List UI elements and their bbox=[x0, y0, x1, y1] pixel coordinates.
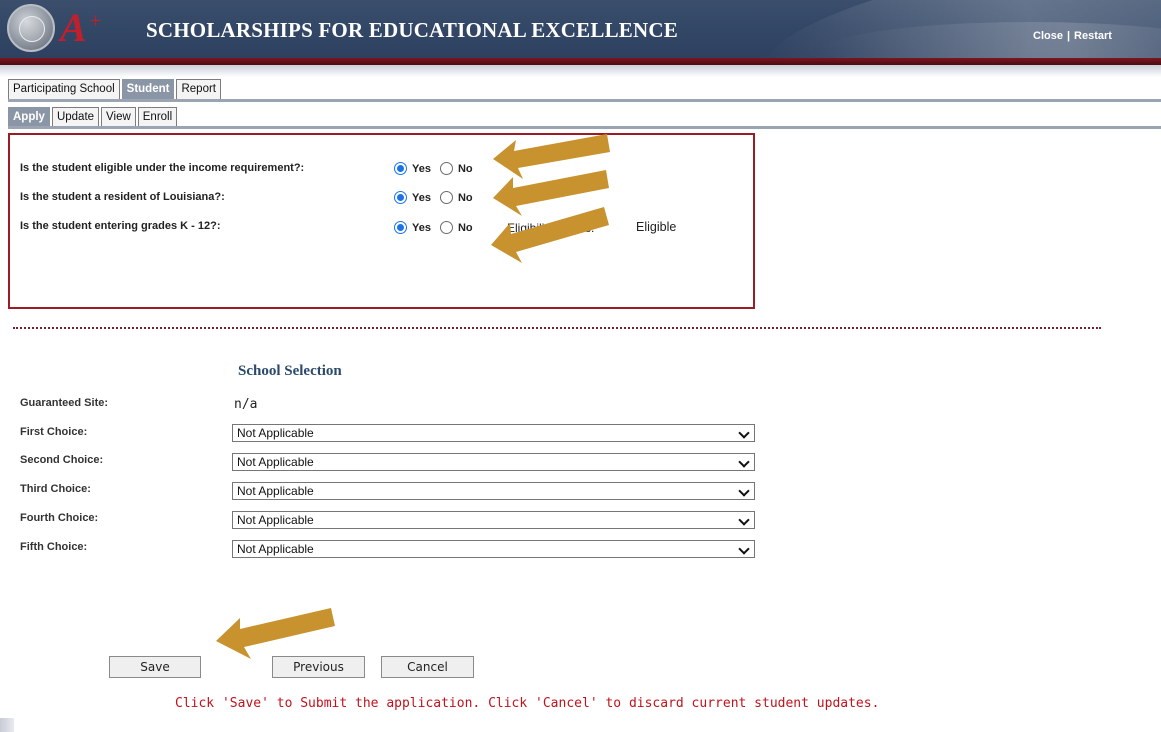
app-header: A + SCHOLARSHIPS FOR EDUCATIONAL EXCELLE… bbox=[0, 0, 1161, 58]
fifth-choice-value: Not Applicable bbox=[237, 542, 314, 556]
school-selection-title: School Selection bbox=[238, 363, 342, 379]
residency-radio-group: Yes No bbox=[394, 191, 482, 204]
chevron-down-icon bbox=[738, 427, 750, 439]
guaranteed-site-label: Guaranteed Site: bbox=[20, 397, 109, 409]
tab-participating-school[interactable]: Participating School bbox=[8, 79, 120, 99]
header-band bbox=[0, 58, 1161, 65]
section-divider bbox=[13, 327, 1101, 329]
page-edge-strip bbox=[0, 718, 14, 732]
income-no-radio[interactable] bbox=[439, 162, 453, 175]
fourth-choice-label: Fourth Choice: bbox=[20, 512, 99, 524]
previous-button[interactable]: Previous bbox=[272, 656, 365, 678]
grades-no-radio[interactable] bbox=[439, 221, 453, 234]
second-choice-select[interactable]: Not Applicable bbox=[232, 453, 755, 471]
eligibility-status-value: Eligible bbox=[636, 220, 677, 234]
income-radio-group: Yes No bbox=[394, 162, 482, 175]
fourth-choice-select[interactable]: Not Applicable bbox=[232, 511, 755, 529]
third-choice-value: Not Applicable bbox=[237, 484, 314, 498]
residency-no-label: No bbox=[457, 191, 473, 204]
cancel-button[interactable]: Cancel bbox=[381, 656, 474, 678]
second-choice-label: Second Choice: bbox=[20, 454, 104, 466]
grades-yes-label: Yes bbox=[412, 221, 431, 234]
residency-question-label: Is the student a resident of Louisiana?: bbox=[20, 191, 225, 203]
a-plus-logo-plus: + bbox=[88, 8, 103, 33]
secondary-tab-underline bbox=[8, 126, 1161, 129]
fifth-choice-select[interactable]: Not Applicable bbox=[232, 540, 755, 558]
chevron-down-icon bbox=[738, 514, 750, 526]
chevron-down-icon bbox=[738, 456, 750, 468]
grades-radio-group: Yes No bbox=[394, 221, 482, 234]
fourth-choice-value: Not Applicable bbox=[237, 513, 314, 527]
header-shadow bbox=[0, 65, 1161, 77]
annotation-arrow-save bbox=[216, 608, 335, 659]
a-plus-logo: A bbox=[60, 5, 87, 50]
tab-view[interactable]: View bbox=[101, 107, 136, 126]
chevron-down-icon bbox=[738, 543, 750, 555]
grades-no-label: No bbox=[457, 221, 473, 234]
close-link[interactable]: Close bbox=[1033, 30, 1063, 42]
app-title: SCHOLARSHIPS FOR EDUCATIONAL EXCELLENCE bbox=[146, 18, 678, 42]
income-no-label: No bbox=[457, 162, 473, 175]
first-choice-select[interactable]: Not Applicable bbox=[232, 424, 755, 442]
primary-tab-underline bbox=[8, 99, 1161, 102]
grades-yes-radio[interactable] bbox=[394, 221, 407, 234]
income-question-label: Is the student eligible under the income… bbox=[20, 162, 305, 174]
eligibility-status-label: Eligibility Status: bbox=[507, 221, 595, 235]
restart-link[interactable]: Restart bbox=[1074, 30, 1112, 42]
second-choice-value: Not Applicable bbox=[237, 455, 314, 469]
residency-no-radio[interactable] bbox=[439, 191, 453, 204]
header-links: Close | Restart bbox=[1033, 30, 1112, 42]
primary-tab-bar: Participating School Student Report bbox=[8, 79, 223, 99]
first-choice-value: Not Applicable bbox=[237, 426, 314, 440]
third-choice-select[interactable]: Not Applicable bbox=[232, 482, 755, 500]
chevron-down-icon bbox=[738, 485, 750, 497]
residency-yes-label: Yes bbox=[412, 191, 431, 204]
secondary-tab-bar: Apply Update View Enroll bbox=[8, 107, 179, 126]
tab-enroll[interactable]: Enroll bbox=[137, 107, 178, 126]
fifth-choice-label: Fifth Choice: bbox=[20, 541, 88, 553]
tab-apply[interactable]: Apply bbox=[8, 107, 50, 126]
tab-update[interactable]: Update bbox=[51, 107, 100, 126]
first-choice-label: First Choice: bbox=[20, 426, 88, 438]
third-choice-label: Third Choice: bbox=[20, 483, 91, 495]
save-button[interactable]: Save bbox=[109, 656, 201, 678]
footer-instruction-message: Click 'Save' to Submit the application. … bbox=[175, 696, 880, 711]
tab-report[interactable]: Report bbox=[176, 79, 221, 99]
guaranteed-site-value: n/a bbox=[234, 397, 258, 412]
income-yes-radio[interactable] bbox=[394, 162, 407, 175]
residency-yes-radio[interactable] bbox=[394, 191, 407, 204]
tab-student[interactable]: Student bbox=[121, 79, 175, 99]
state-seal-logo bbox=[7, 4, 55, 52]
grades-question-label: Is the student entering grades K - 12?: bbox=[20, 220, 221, 232]
income-yes-label: Yes bbox=[412, 162, 431, 175]
header-link-separator: | bbox=[1066, 30, 1071, 42]
